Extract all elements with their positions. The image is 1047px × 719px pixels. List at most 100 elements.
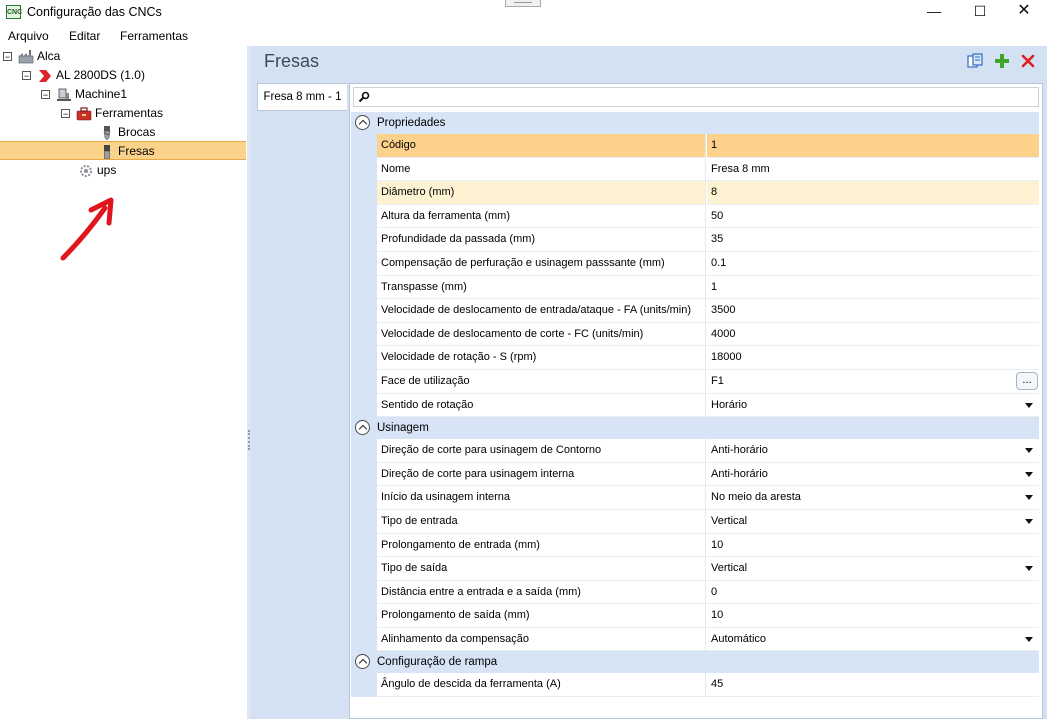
- category-propriedades[interactable]: Propriedades: [351, 112, 1039, 134]
- property-value[interactable]: Anti-horário: [707, 439, 1039, 462]
- minimize-button[interactable]: —: [911, 0, 957, 25]
- property-row-distancia[interactable]: Distância entre a entrada e a saída (mm)…: [351, 579, 1039, 605]
- property-value[interactable]: 18000: [707, 346, 1039, 369]
- property-row-alinhamento[interactable]: Alinhamento da compensação Automático: [351, 626, 1039, 652]
- property-value[interactable]: 3500: [707, 299, 1039, 322]
- property-value[interactable]: Vertical: [707, 557, 1039, 580]
- property-value[interactable]: F1...: [707, 370, 1039, 393]
- property-row-direcao-contorno[interactable]: Direção de corte para usinagem de Contor…: [351, 438, 1039, 463]
- property-name: Direção de corte para usinagem interna: [377, 462, 706, 486]
- property-value[interactable]: 10: [707, 604, 1039, 627]
- collapse-icon[interactable]: −: [61, 109, 70, 119]
- add-icon[interactable]: [994, 53, 1010, 69]
- collapse-icon[interactable]: −: [3, 52, 12, 62]
- property-value[interactable]: 0: [707, 581, 1039, 604]
- title-grip[interactable]: [505, 0, 541, 7]
- dropdown-arrow-icon[interactable]: [1025, 471, 1033, 477]
- property-row-rotacao[interactable]: Velocidade de rotação - S (rpm) 18000: [351, 345, 1039, 370]
- property-row-tipo-entrada[interactable]: Tipo de entrada Vertical: [351, 508, 1039, 534]
- property-name: Altura da ferramenta (mm): [377, 204, 706, 228]
- ellipsis-button[interactable]: ...: [1016, 371, 1038, 390]
- property-name: Velocidade de deslocamento de corte - FC…: [377, 322, 706, 346]
- property-value[interactable]: Anti-horário: [707, 463, 1039, 486]
- property-row-codigo[interactable]: Código 1: [351, 133, 1039, 158]
- property-row-diametro[interactable]: Diâmetro (mm) 8: [351, 180, 1039, 205]
- property-name: Prolongamento de saída (mm): [377, 604, 706, 627]
- menu-editar[interactable]: Editar: [69, 29, 100, 43]
- copy-icon[interactable]: [967, 53, 983, 69]
- menu-bar: Arquivo Editar Ferramentas: [0, 25, 1047, 46]
- property-value[interactable]: Vertical: [707, 510, 1039, 533]
- property-value[interactable]: 50: [707, 205, 1039, 228]
- annotation-arrow: [60, 197, 114, 261]
- tree-node-al2800ds[interactable]: − AL 2800DS (1.0): [22, 66, 145, 85]
- close-button[interactable]: ✕: [1001, 0, 1047, 25]
- property-value-text: Vertical: [711, 514, 748, 527]
- dropdown-arrow-icon[interactable]: [1025, 448, 1033, 454]
- chevron-up-icon[interactable]: [355, 654, 370, 670]
- property-row-prolongamento-entrada[interactable]: Prolongamento de entrada (mm) 10: [351, 532, 1039, 558]
- property-value[interactable]: 4000: [707, 323, 1039, 346]
- collapse-icon[interactable]: −: [41, 90, 50, 100]
- toolbox-icon: [76, 107, 92, 121]
- window-title: Configuração das CNCs: [27, 5, 162, 19]
- tree-node-setups[interactable]: ups: [78, 161, 116, 180]
- property-value-text: Vertical: [711, 562, 748, 575]
- property-value[interactable]: 45: [707, 673, 1039, 696]
- property-value[interactable]: 0.1: [707, 252, 1039, 275]
- property-row-compensacao[interactable]: Compensação de perfuração e usinagem pas…: [351, 250, 1039, 276]
- collapse-icon[interactable]: −: [22, 71, 31, 81]
- property-name: Diâmetro (mm): [377, 181, 706, 204]
- menu-arquivo[interactable]: Arquivo: [8, 29, 49, 43]
- tab-fresa-8mm[interactable]: Fresa 8 mm - 1: [257, 83, 347, 111]
- property-row-velocidade-fa[interactable]: Velocidade de deslocamento de entrada/at…: [351, 298, 1039, 323]
- property-name: Direção de corte para usinagem de Contor…: [377, 439, 706, 462]
- chevron-up-icon[interactable]: [355, 420, 370, 436]
- property-value[interactable]: Horário: [707, 394, 1039, 417]
- tree-node-fresas[interactable]: Fresas: [0, 141, 246, 160]
- tree-node-ferramentas[interactable]: − Ferramentas: [61, 104, 163, 123]
- category-rampa[interactable]: Configuração de rampa: [351, 651, 1039, 674]
- delete-icon[interactable]: [1020, 53, 1036, 69]
- tree-node-alca[interactable]: − Alca: [3, 47, 60, 66]
- property-value[interactable]: 1: [707, 134, 1039, 157]
- dropdown-arrow-icon[interactable]: [1025, 636, 1033, 642]
- property-row-tipo-saida[interactable]: Tipo de saída Vertical: [351, 556, 1039, 581]
- property-row-face[interactable]: Face de utilização F1...: [351, 368, 1039, 394]
- property-row-sentido[interactable]: Sentido de rotação Horário: [351, 392, 1039, 418]
- property-value-text: F1: [711, 374, 724, 387]
- property-value[interactable]: No meio da aresta: [707, 486, 1039, 509]
- property-row-velocidade-fc[interactable]: Velocidade de deslocamento de corte - FC…: [351, 321, 1039, 347]
- property-row-inicio-usinagem[interactable]: Início da usinagem interna No meio da are…: [351, 485, 1039, 510]
- property-row-angulo-descida[interactable]: Ângulo de descida da ferramenta (A) 45: [351, 672, 1039, 698]
- property-name: Tipo de saída: [377, 557, 706, 580]
- property-value-text: Anti-horário: [711, 444, 768, 457]
- maximize-button[interactable]: ☐: [957, 0, 1003, 25]
- tree-node-brocas[interactable]: Brocas: [99, 123, 155, 142]
- property-value[interactable]: Automático: [707, 628, 1039, 651]
- dropdown-arrow-icon[interactable]: [1025, 495, 1033, 501]
- property-value[interactable]: 8: [707, 181, 1039, 204]
- dropdown-arrow-icon[interactable]: [1025, 518, 1033, 524]
- menu-ferramentas[interactable]: Ferramentas: [120, 29, 188, 43]
- property-name: Transpasse (mm): [377, 275, 706, 299]
- chevron-up-icon[interactable]: [355, 115, 370, 130]
- property-row-prolongamento-saida[interactable]: Prolongamento de saída (mm) 10: [351, 603, 1039, 628]
- property-value[interactable]: 10: [707, 534, 1039, 557]
- property-value[interactable]: Fresa 8 mm: [707, 158, 1039, 181]
- tree-node-machine1[interactable]: − Machine1: [41, 85, 127, 104]
- property-value[interactable]: 35: [707, 228, 1039, 251]
- property-value[interactable]: 1: [707, 276, 1039, 299]
- property-row-nome[interactable]: Nome Fresa 8 mm: [351, 156, 1039, 182]
- property-row-altura[interactable]: Altura da ferramenta (mm) 50: [351, 203, 1039, 229]
- property-row-direcao-interna[interactable]: Direção de corte para usinagem interna An…: [351, 461, 1039, 487]
- property-row-transpasse[interactable]: Transpasse (mm) 1: [351, 274, 1039, 300]
- category-usinagem[interactable]: Usinagem: [351, 417, 1039, 440]
- search-box[interactable]: [353, 87, 1039, 107]
- property-value-text: Anti-horário: [711, 467, 768, 480]
- dropdown-arrow-icon[interactable]: [1025, 402, 1033, 408]
- dropdown-arrow-icon[interactable]: [1025, 566, 1033, 572]
- property-row-profundidade[interactable]: Profundidade da passada (mm) 35: [351, 227, 1039, 252]
- property-value-text: Automático: [711, 632, 767, 645]
- drill-bit-icon: [103, 125, 111, 140]
